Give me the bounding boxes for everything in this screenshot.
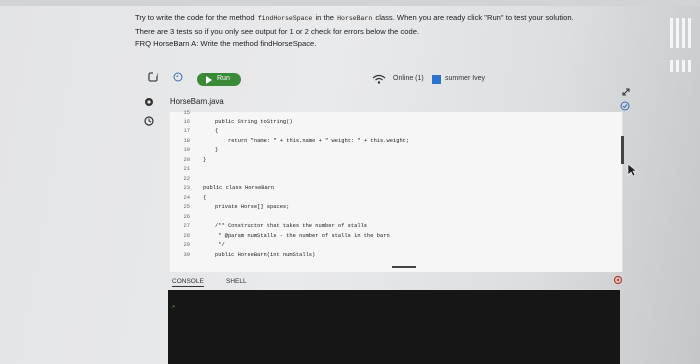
instructions-text: Try to write the code for the method xyxy=(135,13,255,22)
vertical-scrollbar[interactable] xyxy=(621,136,624,164)
check-circle-icon[interactable] xyxy=(620,101,630,111)
screen-glare xyxy=(670,18,691,72)
instructions-text: in the xyxy=(315,13,335,22)
file-name[interactable]: HorseBarn.java xyxy=(170,97,224,106)
code-line: public class HorseBarn xyxy=(203,185,275,191)
code-line: private Horse[] spaces; xyxy=(215,204,290,210)
line-number: 21 xyxy=(183,166,190,172)
settings-gear-icon[interactable] xyxy=(144,97,154,107)
method-code: findHorseSpace xyxy=(256,15,314,22)
code-line: public String toString() xyxy=(215,119,293,125)
tab-shell[interactable]: SHELL xyxy=(226,278,247,285)
code-editor[interactable]: 15 16 17 18 19 20 21 22 23 24 25 26 27 2… xyxy=(170,110,623,272)
top-border xyxy=(0,0,700,6)
code-line: * @param numStalls - the number of stall… xyxy=(215,233,390,239)
code-line: return "name: " + this.name + " weight: … xyxy=(228,138,410,144)
line-number: 16 xyxy=(183,119,190,125)
instructions-text: class. When you are ready click "Run" to… xyxy=(375,13,574,22)
line-number: 19 xyxy=(183,147,190,153)
line-number: 27 xyxy=(183,223,190,229)
code-line: */ xyxy=(215,242,225,248)
settings-icon[interactable] xyxy=(613,275,623,285)
horizontal-scrollbar[interactable] xyxy=(392,266,416,268)
code-line: public HorseBarn(int numStalls) xyxy=(215,252,316,258)
line-number: 30 xyxy=(183,252,190,258)
line-number: 29 xyxy=(183,242,190,248)
history-icon[interactable] xyxy=(173,72,183,82)
clock-icon[interactable] xyxy=(144,116,154,126)
wifi-icon xyxy=(372,74,386,84)
code-line: } xyxy=(203,157,207,163)
run-label: Run xyxy=(217,75,230,82)
line-number-gutter: 15 16 17 18 19 20 21 22 23 24 25 26 27 2… xyxy=(170,110,192,272)
console-output[interactable]: > xyxy=(168,290,620,364)
code-line: { xyxy=(203,195,207,201)
class-code: HorseBarn xyxy=(336,15,374,22)
line-number: 24 xyxy=(183,195,190,201)
page-background: Try to write the code for the method fin… xyxy=(0,0,700,364)
run-button[interactable]: Run xyxy=(197,73,241,86)
instructions-line-2: There are 3 tests so if you only see out… xyxy=(135,26,420,36)
line-number: 26 xyxy=(183,214,190,220)
instructions-line-3: FRQ HorseBarn A: Write the method findHo… xyxy=(135,39,317,48)
user-avatar xyxy=(432,75,441,84)
console-prompt: > xyxy=(172,304,176,310)
code-line: } xyxy=(215,147,219,153)
collapse-icon[interactable] xyxy=(622,88,630,96)
line-number: 15 xyxy=(183,110,190,116)
play-icon xyxy=(206,76,212,84)
user-name[interactable]: summer Ivey xyxy=(445,75,485,82)
line-number: 17 xyxy=(183,128,190,134)
line-number: 22 xyxy=(183,176,190,182)
line-number: 20 xyxy=(183,157,190,163)
instructions-line-1: Try to write the code for the method fin… xyxy=(135,12,635,26)
line-number: 25 xyxy=(183,204,190,210)
mouse-cursor-icon xyxy=(627,163,637,177)
code-line: /** Constructor that takes the number of… xyxy=(215,223,368,229)
refresh-icon[interactable] xyxy=(148,72,158,82)
editor-toolbar: Run Online (1) summer Ivey xyxy=(140,70,640,90)
line-number: 18 xyxy=(183,138,190,144)
code-line: { xyxy=(215,128,219,134)
tab-console[interactable]: CONSOLE xyxy=(172,278,204,287)
line-number: 28 xyxy=(183,233,190,239)
line-number: 23 xyxy=(183,185,190,191)
online-status[interactable]: Online (1) xyxy=(393,75,424,82)
instructions: Try to write the code for the method fin… xyxy=(135,12,635,51)
